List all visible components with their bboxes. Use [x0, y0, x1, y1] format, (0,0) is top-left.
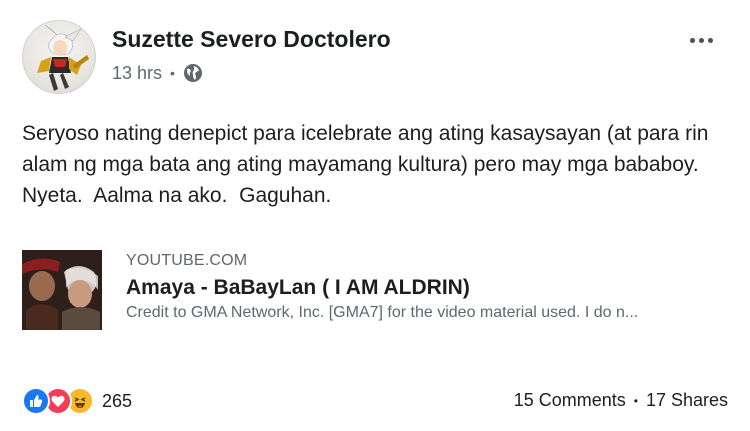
link-preview[interactable]: YOUTUBE.COM Amaya - BaBayLan ( I AM ALDR…	[22, 246, 728, 332]
post-timestamp[interactable]: 13 hrs	[112, 63, 162, 84]
link-title[interactable]: Amaya - BaBayLan ( I AM ALDRIN)	[126, 276, 470, 300]
like-icon	[22, 387, 50, 415]
comments-count[interactable]: 15 Comments	[514, 390, 626, 411]
avatar-image	[37, 24, 89, 91]
more-dot	[698, 37, 704, 43]
more-dot	[689, 37, 695, 43]
post-footer: 265 15 Comments • 17 Shares	[22, 384, 728, 418]
reactions-summary[interactable]: 265	[22, 386, 132, 416]
link-source: YOUTUBE.COM	[126, 252, 248, 269]
post-meta: 13 hrs •	[112, 60, 203, 86]
reaction-count[interactable]: 265	[102, 391, 132, 412]
stats-separator: •	[633, 393, 638, 408]
author-name[interactable]: Suzette Severo Doctolero	[112, 26, 391, 53]
link-description: Credit to GMA Network, Inc. [GMA7] for t…	[126, 304, 639, 321]
globe-icon[interactable]	[183, 63, 203, 83]
shares-count[interactable]: 17 Shares	[646, 390, 728, 411]
avatar[interactable]	[22, 20, 96, 94]
more-dot	[707, 37, 713, 43]
post-body-text: Seryoso nating denepict para icelebrate …	[22, 122, 717, 207]
link-thumbnail[interactable]	[22, 250, 102, 330]
engagement-stats: 15 Comments • 17 Shares	[514, 390, 728, 411]
more-options-icon[interactable]	[686, 30, 716, 50]
meta-separator: •	[170, 65, 175, 81]
post-header: Suzette Severo Doctolero 13 hrs •	[22, 20, 728, 98]
thumbnail-image	[22, 250, 102, 330]
